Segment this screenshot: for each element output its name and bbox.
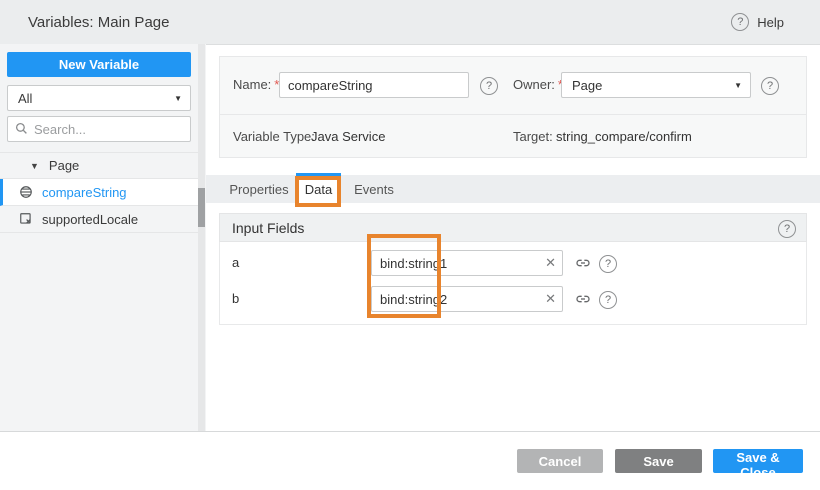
service-icon (19, 185, 33, 199)
variable-type-label: Variable Type: (233, 129, 315, 144)
tree-group-page[interactable]: ▼ Page (0, 152, 198, 179)
variables-tree: ▼ Page compareString supportedLocale (0, 152, 198, 233)
tab-data[interactable]: Data (296, 173, 341, 203)
tree-item-supportedlocale[interactable]: supportedLocale (0, 206, 198, 233)
field-help-icon[interactable]: ? (599, 291, 617, 309)
chevron-down-icon: ▼ (734, 81, 742, 90)
page-title: Variables: Main Page (28, 14, 169, 31)
link-icon[interactable] (575, 291, 591, 307)
field-icon (19, 212, 33, 226)
search-input[interactable] (7, 116, 191, 142)
clear-icon[interactable]: ✕ (545, 290, 556, 308)
help-button[interactable]: ? Help (731, 0, 784, 44)
variables-dialog: Variables: Main Page ? Help New Variable… (0, 0, 820, 490)
bind-input-wrap: ✕ (371, 250, 563, 276)
tab-properties[interactable]: Properties (224, 175, 294, 203)
bind-input-wrap: ✕ (371, 286, 563, 312)
search-box (7, 116, 191, 142)
input-fields-title: Input Fields (232, 220, 304, 236)
search-icon (15, 122, 28, 135)
input-fields-section: Input Fields ? a ✕ ? b ✕ (219, 213, 807, 325)
tree-item-label: compareString (42, 185, 127, 200)
form-divider (220, 114, 806, 115)
name-input[interactable] (279, 72, 469, 98)
variables-sidebar: New Variable All ▼ ▼ Page compareString (0, 44, 206, 431)
save-close-button[interactable]: Save & Close (713, 449, 803, 473)
help-label: Help (757, 15, 784, 30)
save-button[interactable]: Save (615, 449, 702, 473)
name-label: Name:* (233, 72, 279, 98)
new-variable-button[interactable]: New Variable (7, 52, 191, 77)
content-footer-divider (0, 431, 820, 432)
link-icon[interactable] (575, 255, 591, 271)
input-fields-help-icon[interactable]: ? (778, 220, 796, 238)
variable-form-panel: Name:* ? Owner:* Page ▼ ? Variable Type:… (219, 56, 807, 158)
dialog-header: Variables: Main Page ? Help (0, 0, 820, 45)
clear-icon[interactable]: ✕ (545, 254, 556, 272)
scrollbar-thumb[interactable] (198, 188, 205, 227)
field-label: b (232, 286, 239, 312)
cancel-button[interactable]: Cancel (517, 449, 603, 473)
tab-events[interactable]: Events (348, 175, 400, 203)
owner-help-icon[interactable]: ? (761, 77, 779, 95)
field-row-b: b ✕ ? (220, 286, 806, 312)
tree-item-label: supportedLocale (42, 212, 138, 227)
target-label: Target: (513, 129, 553, 144)
tree-group-label: Page (49, 158, 79, 173)
field-row-a: a ✕ ? (220, 250, 806, 276)
bind-input-b[interactable] (371, 286, 563, 312)
filter-selected-value: All (18, 91, 32, 106)
tree-item-comparestring[interactable]: compareString (0, 179, 198, 206)
field-label: a (232, 250, 239, 276)
owner-select[interactable]: Page ▼ (561, 72, 751, 98)
variable-filter-select[interactable]: All ▼ (7, 85, 191, 111)
input-fields-header: Input Fields ? (219, 213, 807, 242)
chevron-down-icon: ▼ (174, 94, 182, 103)
field-help-icon[interactable]: ? (599, 255, 617, 273)
sidebar-scrollbar[interactable] (198, 44, 205, 431)
owner-selected-value: Page (572, 78, 602, 93)
variable-type-value: Java Service (311, 129, 385, 144)
bind-input-a[interactable] (371, 250, 563, 276)
owner-label: Owner:* (513, 72, 563, 98)
name-help-icon[interactable]: ? (480, 77, 498, 95)
tree-expander-icon: ▼ (30, 161, 39, 171)
target-value: string_compare/confirm (556, 129, 692, 144)
help-question-icon: ? (731, 13, 749, 31)
input-fields-body: a ✕ ? b ✕ ? (219, 242, 807, 325)
